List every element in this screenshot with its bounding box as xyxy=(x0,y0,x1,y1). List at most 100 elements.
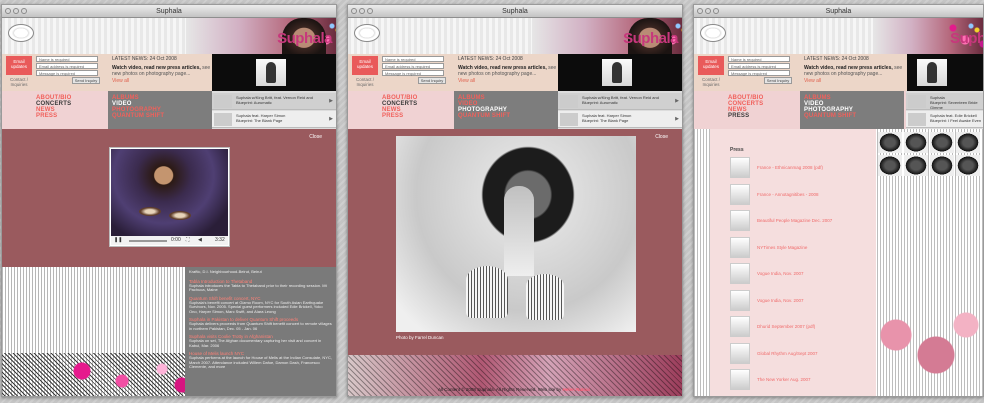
zoom-window-icon[interactable] xyxy=(21,8,27,14)
list-item[interactable]: Suphala in Pakistan to deliver Quantum S… xyxy=(189,317,332,331)
press-item-link[interactable]: NYTimes Style Magazine xyxy=(757,245,807,250)
video-thumbnail[interactable] xyxy=(917,59,947,86)
close-button[interactable]: Close xyxy=(309,134,322,140)
progress-bar[interactable] xyxy=(129,240,167,242)
nav-quantum-shift[interactable]: QUANTUM SHIFT xyxy=(458,113,554,119)
message-field[interactable]: Message is required xyxy=(36,70,98,76)
minimize-window-icon[interactable] xyxy=(705,8,711,14)
message-field[interactable]: Message is required xyxy=(382,70,444,76)
logo-icon[interactable] xyxy=(700,24,726,42)
press-item-link[interactable]: Dhurid September 2007 (pdf) xyxy=(757,324,815,329)
press-thumbnail[interactable] xyxy=(730,289,750,311)
press-thumbnail[interactable] xyxy=(730,369,750,390)
photo-image[interactable] xyxy=(396,136,636,332)
email-updates-button[interactable]: Email updates xyxy=(698,56,724,75)
window-controls[interactable] xyxy=(351,8,373,14)
track-item[interactable]: Suphala Blueprint: Seventeen Bride Gimme xyxy=(906,93,983,110)
nav-press[interactable]: PRESS xyxy=(728,113,763,119)
press-item-link[interactable]: France - Ethnicanmag 2008 (pdf) xyxy=(757,165,823,170)
view-all-link[interactable]: View all xyxy=(804,78,904,84)
press-thumbnail[interactable] xyxy=(730,210,750,231)
press-thumbnail[interactable] xyxy=(730,183,750,205)
mini-video-area[interactable] xyxy=(212,54,336,91)
photo-thumbnail[interactable] xyxy=(956,132,980,153)
close-button[interactable]: Close xyxy=(655,134,668,140)
play-icon[interactable]: ▶ xyxy=(329,117,333,122)
close-window-icon[interactable] xyxy=(697,8,703,14)
press-item[interactable]: Vogue India, Nov. 2007 xyxy=(730,263,876,290)
track-item[interactable]: Suphala feat. Edie Brickell Blueprint: I … xyxy=(906,111,983,128)
play-pause-icon[interactable]: ❚❚ xyxy=(114,237,122,243)
close-window-icon[interactable] xyxy=(351,8,357,14)
volume-icon[interactable]: ◀ xyxy=(198,236,202,245)
message-field[interactable]: Message is required xyxy=(728,70,790,76)
logo-icon[interactable] xyxy=(8,24,34,42)
footer-designer-link[interactable]: Helen Natsui xyxy=(563,387,590,392)
nav-press[interactable]: PRESS xyxy=(382,113,417,119)
track-item[interactable]: Suphala w/King Britt, feat. Vernon Reid … xyxy=(558,93,682,110)
press-item[interactable]: Dhurid September 2007 (pdf) xyxy=(730,316,876,343)
photo-thumbnail[interactable] xyxy=(956,155,980,176)
nav-quantum-shift[interactable]: QUANTUM SHIFT xyxy=(112,113,208,119)
name-field[interactable]: Name is required xyxy=(36,56,98,62)
press-item-link[interactable]: Vogue India, Nov. 2007 xyxy=(757,271,803,276)
name-field[interactable]: Name is required xyxy=(728,56,790,62)
press-thumbnail[interactable] xyxy=(730,157,750,178)
view-all-link[interactable]: View all xyxy=(112,78,212,84)
press-thumbnail[interactable] xyxy=(730,236,750,258)
photo-thumbnail[interactable] xyxy=(930,155,954,176)
press-thumbnail[interactable] xyxy=(730,316,750,337)
video-thumbnail[interactable] xyxy=(256,59,286,86)
mini-video-area[interactable] xyxy=(907,54,983,91)
track-item[interactable]: Suphala feat. Harper Simon Blueprint: The… xyxy=(558,111,682,128)
press-item[interactable]: Vogue India, Nov. 2007 xyxy=(730,289,876,317)
photo-thumbnail[interactable] xyxy=(878,132,902,153)
photo-thumbnail[interactable] xyxy=(904,132,928,153)
minimize-window-icon[interactable] xyxy=(359,8,365,14)
view-all-link[interactable]: View all xyxy=(458,78,558,84)
photo-thumbnail[interactable] xyxy=(904,155,928,176)
video-thumbnail[interactable] xyxy=(602,59,632,86)
list-item[interactable]: Tabla Introduction to Thetaband Suphala i… xyxy=(189,279,332,293)
send-inquiry-button[interactable]: Send Inquiry xyxy=(72,77,100,84)
press-item-link[interactable]: France - Annotagnitibes - 2008 xyxy=(757,192,819,197)
press-item-link[interactable]: Vogue India, Nov. 2007 xyxy=(757,298,803,303)
press-item[interactable]: The New Yorker Aug. 2007 xyxy=(730,369,876,396)
zoom-window-icon[interactable] xyxy=(713,8,719,14)
track-item[interactable]: Suphala feat. Harper Simon Blueprint: The… xyxy=(212,111,336,128)
email-field[interactable]: Email address is required xyxy=(382,63,444,69)
press-item[interactable]: France - Ethnicanmag 2008 (pdf) xyxy=(730,157,876,184)
press-item[interactable]: Beautiful People Magazine Dec. 2007 xyxy=(730,210,876,237)
close-window-icon[interactable] xyxy=(5,8,11,14)
press-item-link[interactable]: The New Yorker Aug. 2007 xyxy=(757,377,811,382)
zoom-window-icon[interactable] xyxy=(367,8,373,14)
window-controls[interactable] xyxy=(697,8,719,14)
email-updates-button[interactable]: Email updates xyxy=(352,56,378,75)
video-frame[interactable] xyxy=(111,149,228,237)
photo-thumbnail[interactable] xyxy=(878,155,902,176)
play-icon[interactable]: ▶ xyxy=(675,99,679,104)
logo-icon[interactable] xyxy=(354,24,380,42)
list-item[interactable]: Quantum Shift benefit concert, NYC Suphal… xyxy=(189,296,332,315)
video-player[interactable]: ❚❚ 0:00 ⛶ ◀ 3:32 xyxy=(109,147,230,247)
play-icon[interactable]: ▶ xyxy=(329,99,333,104)
list-item[interactable]: Suphala visits Coolie Trotty in Afghanis… xyxy=(189,334,332,348)
press-item-link[interactable]: Beautiful People Magazine Dec. 2007 xyxy=(757,218,832,223)
press-item[interactable]: Global Rhythm Aug/Sept 2007 xyxy=(730,342,876,370)
email-field[interactable]: Email address is required xyxy=(36,63,98,69)
press-item[interactable]: NYTimes Style Magazine xyxy=(730,236,876,264)
name-field[interactable]: Name is required xyxy=(382,56,444,62)
track-item[interactable]: Suphala w/King Britt, feat. Vernon Reid … xyxy=(212,93,336,110)
email-field[interactable]: Email address is required xyxy=(728,63,790,69)
send-inquiry-button[interactable]: Send Inquiry xyxy=(764,77,792,84)
email-updates-button[interactable]: Email updates xyxy=(6,56,32,75)
window-controls[interactable] xyxy=(5,8,27,14)
send-inquiry-button[interactable]: Send Inquiry xyxy=(418,77,446,84)
minimize-window-icon[interactable] xyxy=(13,8,19,14)
nav-press[interactable]: PRESS xyxy=(36,113,71,119)
nav-quantum-shift[interactable]: QUANTUM SHIFT xyxy=(804,113,900,119)
press-item-link[interactable]: Global Rhythm Aug/Sept 2007 xyxy=(757,351,818,356)
mini-video-area[interactable] xyxy=(558,54,682,91)
play-icon[interactable]: ▶ xyxy=(675,117,679,122)
list-item[interactable]: House of Melis launch NYC Suphala perform… xyxy=(189,351,332,370)
